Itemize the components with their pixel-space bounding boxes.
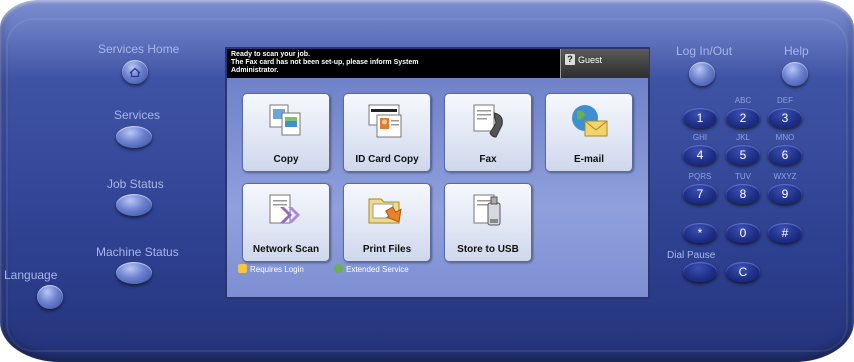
key-1[interactable]: 1 bbox=[683, 108, 717, 128]
status-message: Ready to scan your job. The Fax card has… bbox=[231, 51, 451, 75]
key-5-letters: JKL bbox=[736, 133, 750, 142]
key-9-letters: WXYZ bbox=[773, 172, 797, 181]
tile-email[interactable]: E-mail bbox=[545, 93, 633, 172]
tile-fax-label: Fax bbox=[479, 154, 497, 165]
help-label: Help bbox=[784, 44, 809, 58]
key-8[interactable]: 8 bbox=[726, 184, 760, 204]
key-6[interactable]: 6 bbox=[768, 145, 802, 165]
tile-id-card-copy-label: ID Card Copy bbox=[355, 154, 419, 165]
guest-login-button[interactable]: ? Guest bbox=[560, 49, 649, 78]
services-home-label: Services Home bbox=[98, 42, 180, 56]
key-hash[interactable]: # bbox=[768, 223, 802, 243]
tile-print-files-label: Print Files bbox=[362, 244, 412, 255]
key-9[interactable]: 9 bbox=[768, 184, 802, 204]
key-2[interactable]: 2 bbox=[726, 108, 760, 128]
key-4[interactable]: 4 bbox=[683, 145, 717, 165]
usb-icon bbox=[473, 194, 501, 226]
copy-icon bbox=[269, 104, 301, 136]
message-line-2: The Fax card has not been set-up, please… bbox=[231, 59, 419, 66]
services-label: Services bbox=[114, 108, 161, 122]
key-2-letters: ABC bbox=[734, 96, 752, 105]
tile-copy-label: Copy bbox=[273, 154, 299, 165]
legend-extended-service-label: Extended Service bbox=[346, 265, 409, 274]
key-4-letters: GHI bbox=[692, 133, 708, 142]
legend-extended-service: Extended Service bbox=[334, 264, 409, 274]
print-files-icon bbox=[368, 198, 402, 224]
message-bar: Ready to scan your job. The Fax card has… bbox=[227, 49, 560, 78]
machine-status-label: Machine Status bbox=[96, 245, 179, 259]
dial-pause-label: Dial Pause bbox=[667, 250, 716, 261]
help-button[interactable] bbox=[782, 62, 808, 86]
key-3[interactable]: 3 bbox=[768, 108, 802, 128]
dial-pause-key[interactable] bbox=[683, 262, 717, 282]
key-6-letters: MNO bbox=[775, 133, 795, 142]
tile-print-files[interactable]: Print Files bbox=[343, 183, 431, 262]
extended-service-icon bbox=[334, 264, 343, 273]
help-question-icon: ? bbox=[565, 54, 575, 65]
home-icon bbox=[129, 67, 141, 78]
id-card-icon bbox=[368, 104, 402, 138]
job-status-button[interactable] bbox=[116, 194, 152, 216]
job-status-label: Job Status bbox=[107, 177, 164, 191]
key-5[interactable]: 5 bbox=[726, 145, 760, 165]
key-3-letters: DEF bbox=[777, 96, 793, 105]
key-0[interactable]: 0 bbox=[726, 223, 760, 243]
tile-store-to-usb[interactable]: Store to USB bbox=[444, 183, 532, 262]
machine-status-button[interactable] bbox=[116, 262, 152, 284]
key-7[interactable]: 7 bbox=[683, 184, 717, 204]
services-home-button[interactable] bbox=[122, 60, 148, 84]
tile-email-label: E-mail bbox=[573, 154, 604, 165]
login-logout-label: Log In/Out bbox=[676, 44, 733, 58]
tile-network-scan-label: Network Scan bbox=[252, 244, 320, 255]
key-8-letters: TUV bbox=[735, 172, 751, 181]
login-logout-button[interactable] bbox=[689, 62, 715, 86]
network-scan-icon bbox=[269, 194, 300, 224]
tile-copy[interactable]: Copy bbox=[242, 93, 330, 172]
fax-icon bbox=[473, 104, 503, 138]
key-7-letters: PQRS bbox=[688, 172, 712, 181]
tile-fax[interactable]: Fax bbox=[444, 93, 532, 172]
tile-network-scan[interactable]: Network Scan bbox=[242, 183, 330, 262]
lock-person-icon bbox=[238, 264, 247, 273]
touch-screen: Ready to scan your job. The Fax card has… bbox=[225, 47, 650, 299]
clear-key[interactable]: C bbox=[726, 262, 760, 282]
language-label: Language bbox=[4, 268, 58, 282]
legend-requires-login: Requires Login bbox=[238, 264, 304, 274]
email-icon bbox=[572, 105, 608, 137]
tile-id-card-copy[interactable]: ID Card Copy bbox=[343, 93, 431, 172]
message-line-1: Ready to scan your job. bbox=[231, 51, 310, 58]
tile-store-to-usb-label: Store to USB bbox=[457, 244, 519, 255]
message-line-3: Administrator. bbox=[231, 67, 279, 74]
legend-requires-login-label: Requires Login bbox=[250, 265, 304, 274]
guest-label: Guest bbox=[578, 55, 603, 65]
key-asterisk[interactable]: * bbox=[683, 223, 717, 243]
services-button[interactable] bbox=[116, 126, 152, 148]
language-button[interactable] bbox=[37, 285, 63, 309]
